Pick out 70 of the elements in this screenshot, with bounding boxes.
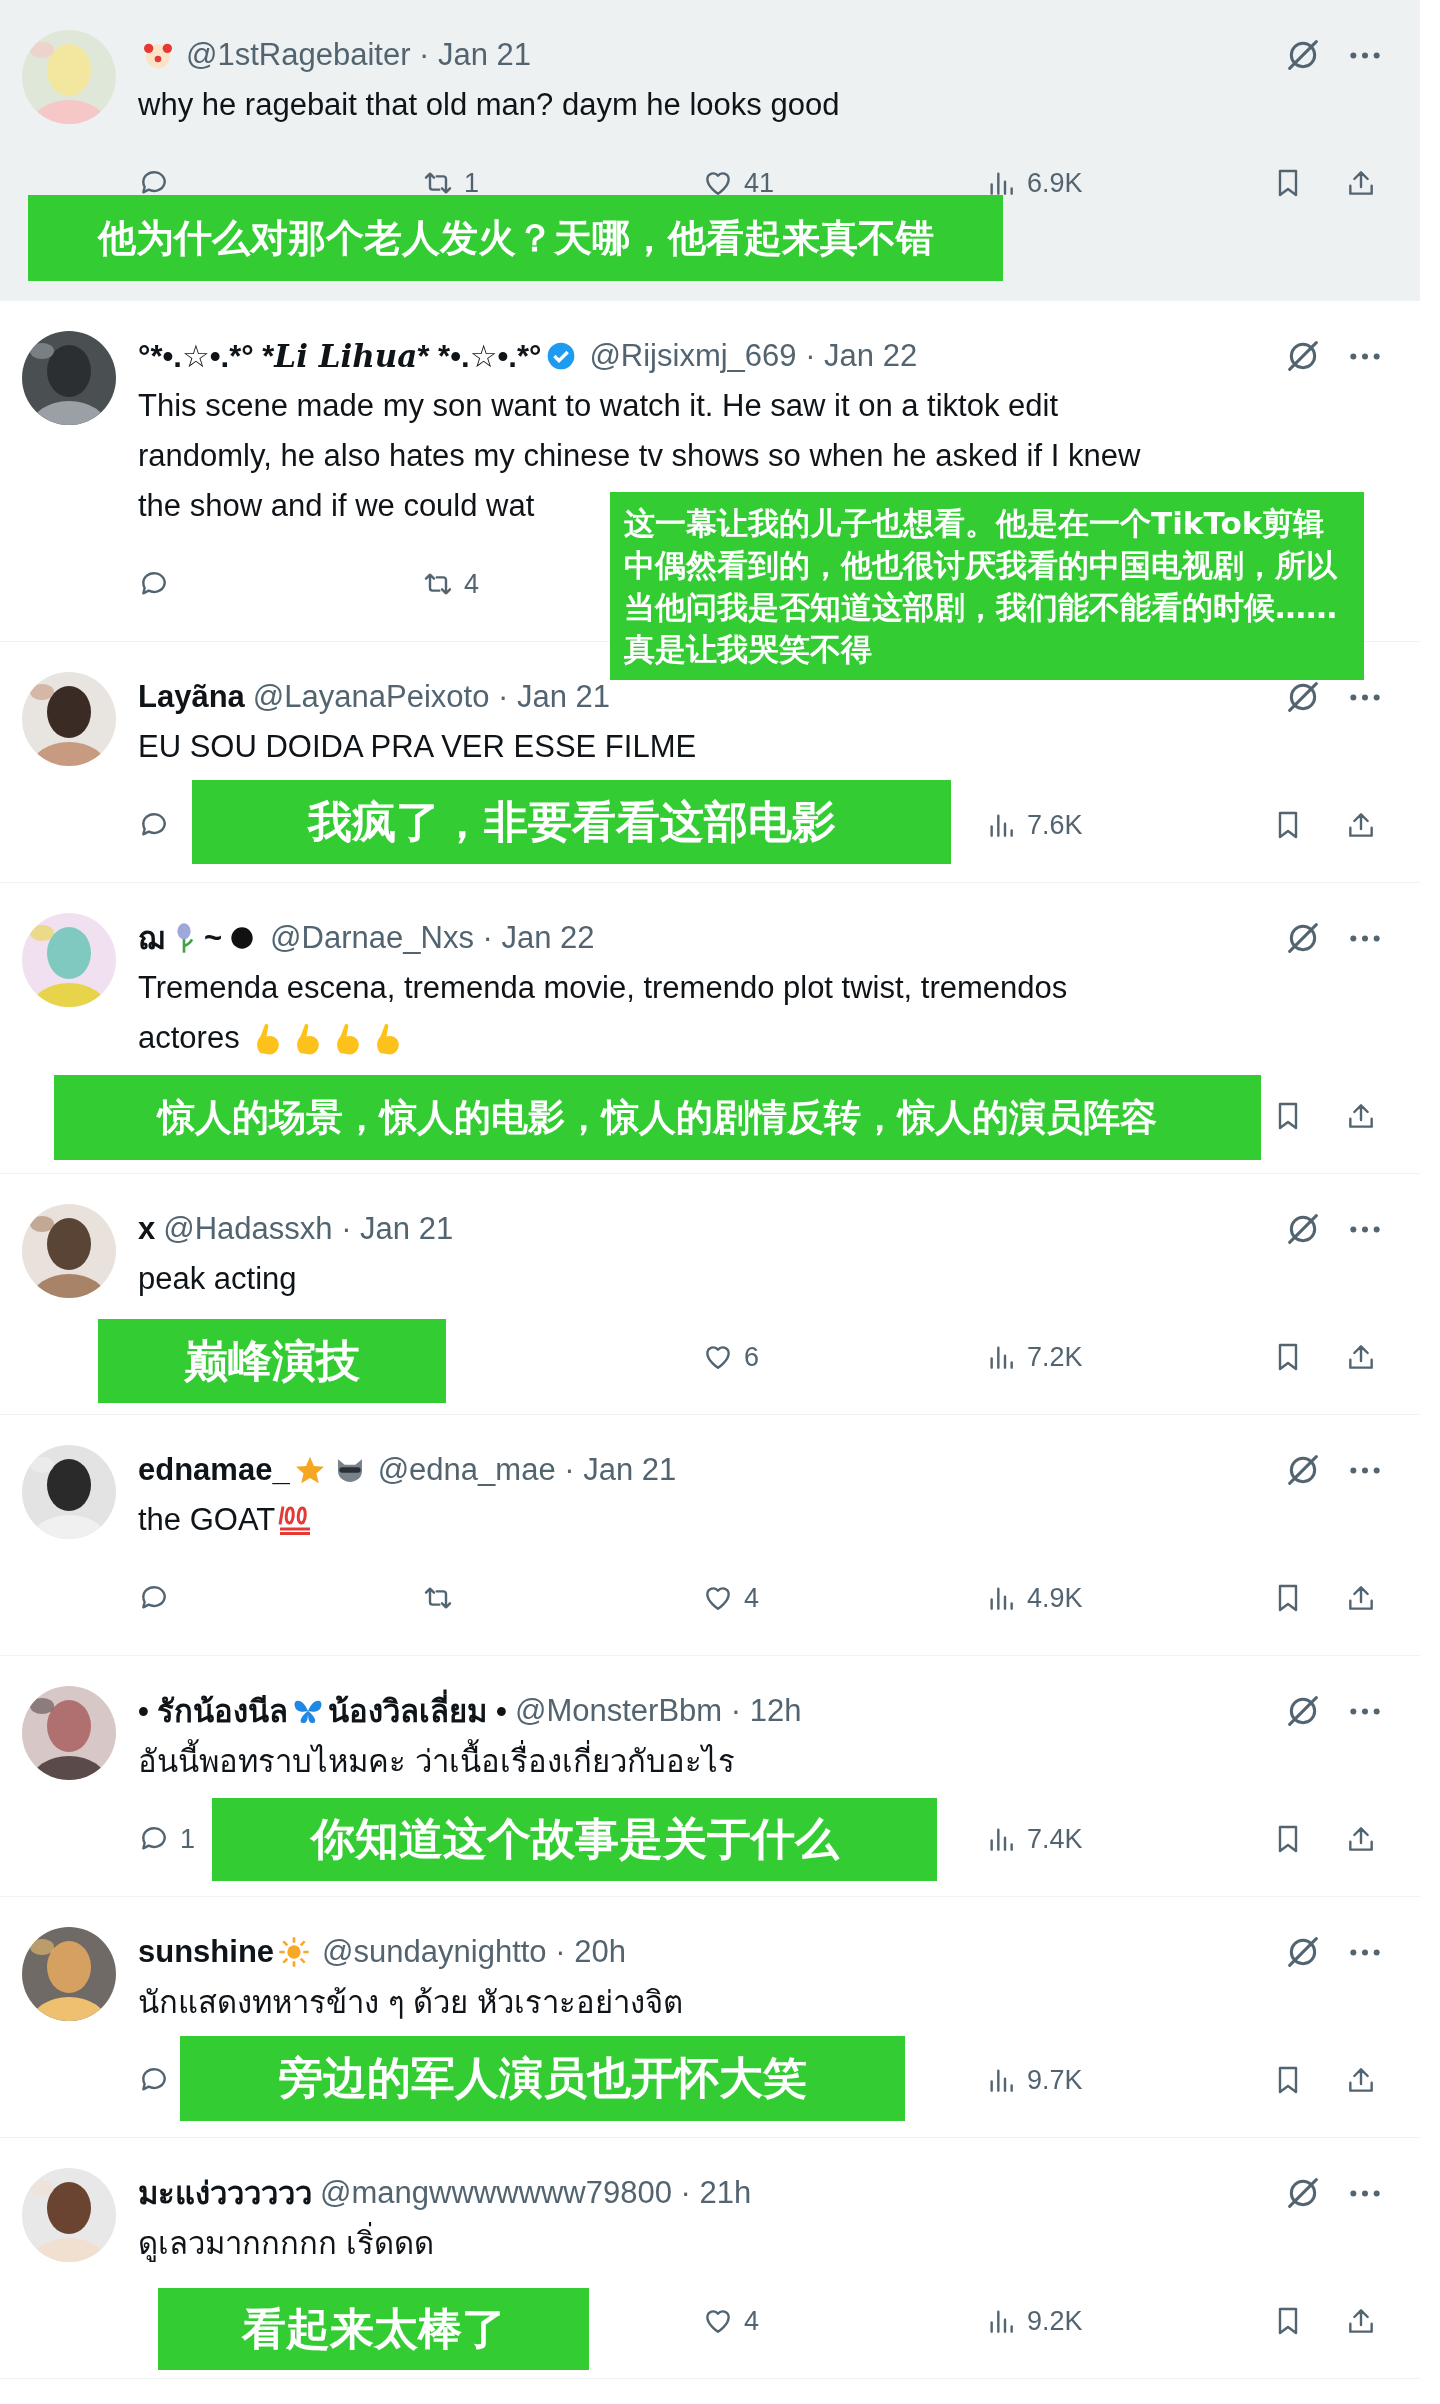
display-name: Li Lihua	[274, 338, 418, 374]
handle-and-date: @edna_mae · Jan 21	[377, 1452, 677, 1488]
slashed-circle-icon	[1288, 1696, 1318, 1726]
post-text: randomly, he also hates my chinese tv shows so when he asked if I knew	[138, 438, 1141, 474]
like-button[interactable]: 4	[702, 2305, 760, 2337]
display-name: มะแง่วววววว	[138, 2175, 312, 2213]
display-name: x	[138, 1211, 156, 1247]
translation-caption: 你知道这个故事是关于什么	[212, 1798, 937, 1881]
translation-caption: 这一幕让我的儿子也想看。他是在一个TikTok剪辑中偶然看到的，他也很讨厌我看的中国电视剧，所以当他问我是否知道这部剧，我们能不能看的时候……真是让我哭笑不得	[610, 492, 1364, 680]
handle-and-date: @MonsterBbm · 12h	[514, 1693, 802, 1729]
views-button[interactable]: 9.7K	[985, 2064, 1083, 2096]
views-button[interactable]: 7.6K	[985, 809, 1083, 841]
sun-icon	[278, 1936, 311, 1968]
views-button[interactable]: 7.2K	[985, 1341, 1083, 1373]
display-name: Layãna	[138, 679, 245, 715]
slashed-circle-icon	[1288, 1937, 1318, 1967]
post-text: actores	[138, 1020, 241, 1056]
display-name: sunshine	[138, 1934, 275, 1970]
more-icon	[1350, 1948, 1380, 1956]
display-name: น้องวิลเลี่ยม •	[328, 1686, 507, 1736]
more-icon	[1350, 51, 1380, 59]
slashed-circle-icon	[1288, 2178, 1318, 2208]
post-text: peak acting	[138, 1261, 297, 1297]
slashed-circle-icon	[1288, 341, 1318, 371]
display-name: ednamae_	[138, 1452, 290, 1488]
handle-and-date: @LayanaPeixoto · Jan 21	[252, 679, 611, 715]
translation-caption: 他为什么对那个老人发火？天哪，他看起来真不错	[28, 195, 1003, 281]
slashed-circle-icon	[1288, 1455, 1318, 1485]
translation-caption: 巅峰演技	[98, 1319, 446, 1403]
slashed-circle-icon	[1288, 40, 1318, 70]
more-icon	[1350, 1707, 1380, 1715]
post-text: the GOAT	[138, 1502, 276, 1538]
post-text: Tremenda escena, tremenda movie, tremendo plot twist, tremendos	[138, 970, 1068, 1006]
views-button[interactable]: 7.4K	[985, 1823, 1083, 1855]
post-text: EU SOU DOIDA PRA VER ESSE FILME	[138, 729, 697, 765]
views-button[interactable]: 4.9K	[985, 1582, 1083, 1614]
display-name: ฌ	[138, 920, 164, 958]
translation-caption: 旁边的军人演员也开怀大笑	[180, 2036, 905, 2121]
post-text: the show and if we could wat	[138, 488, 535, 524]
display-name: * *•.☆•.*°	[417, 337, 542, 375]
reply-button[interactable]: 1	[138, 1823, 196, 1855]
views-button[interactable]: 9.2K	[985, 2305, 1083, 2337]
more-icon	[1350, 1466, 1380, 1474]
slashed-circle-icon	[1288, 923, 1318, 953]
more-icon	[1350, 934, 1380, 942]
like-button[interactable]: 6	[702, 1341, 760, 1373]
repost-button[interactable]: 4	[422, 568, 480, 600]
more-icon	[1350, 2189, 1380, 2197]
more-icon	[1350, 693, 1380, 701]
handle-and-date: @Hadassxh · Jan 21	[163, 1211, 454, 1247]
handle-and-date: @Darnae_Nxs · Jan 22	[270, 920, 595, 956]
post-text: This scene made my son want to watch it. He saw it on a tiktok edit	[138, 388, 1059, 424]
display-name: • รักน้องนีล	[138, 1693, 289, 1731]
handle-and-date: @mangwwwwwww79800 · 21h	[320, 2175, 752, 2211]
more-icon	[1350, 1225, 1380, 1233]
handle-and-date: @1stRagebaiter · Jan 21	[186, 37, 532, 73]
handle-and-date: @Rijsixmj_669 · Jan 22	[589, 338, 918, 374]
display-name: ~	[204, 920, 223, 956]
translation-caption: 我疯了，非要看看这部电影	[192, 780, 951, 864]
post-text: นักแสดงทหารข้าง ๆ ด้วย หัวเราะอย่างจิต	[138, 1984, 683, 2022]
handle-and-date: @sundaynightto · 20h	[322, 1934, 626, 1970]
more-icon	[1350, 352, 1380, 360]
post-text: ดูเลวมากกกกก เริ่ดดด	[138, 2218, 434, 2268]
post-text: อันนี้พอทราบไหมคะ ว่าเนื้อเรื่องเกี่ยวกับอะไร	[138, 1736, 735, 1786]
post-text: why he ragebait that old man? daym he looks good	[138, 87, 840, 123]
translation-caption: 看起来太棒了	[158, 2288, 589, 2370]
like-button[interactable]: 4	[702, 1582, 760, 1614]
slashed-circle-icon	[1288, 682, 1318, 712]
translation-caption: 惊人的场景，惊人的电影，惊人的剧情反转，惊人的演员阵容	[54, 1075, 1261, 1160]
slashed-circle-icon	[1288, 1214, 1318, 1244]
